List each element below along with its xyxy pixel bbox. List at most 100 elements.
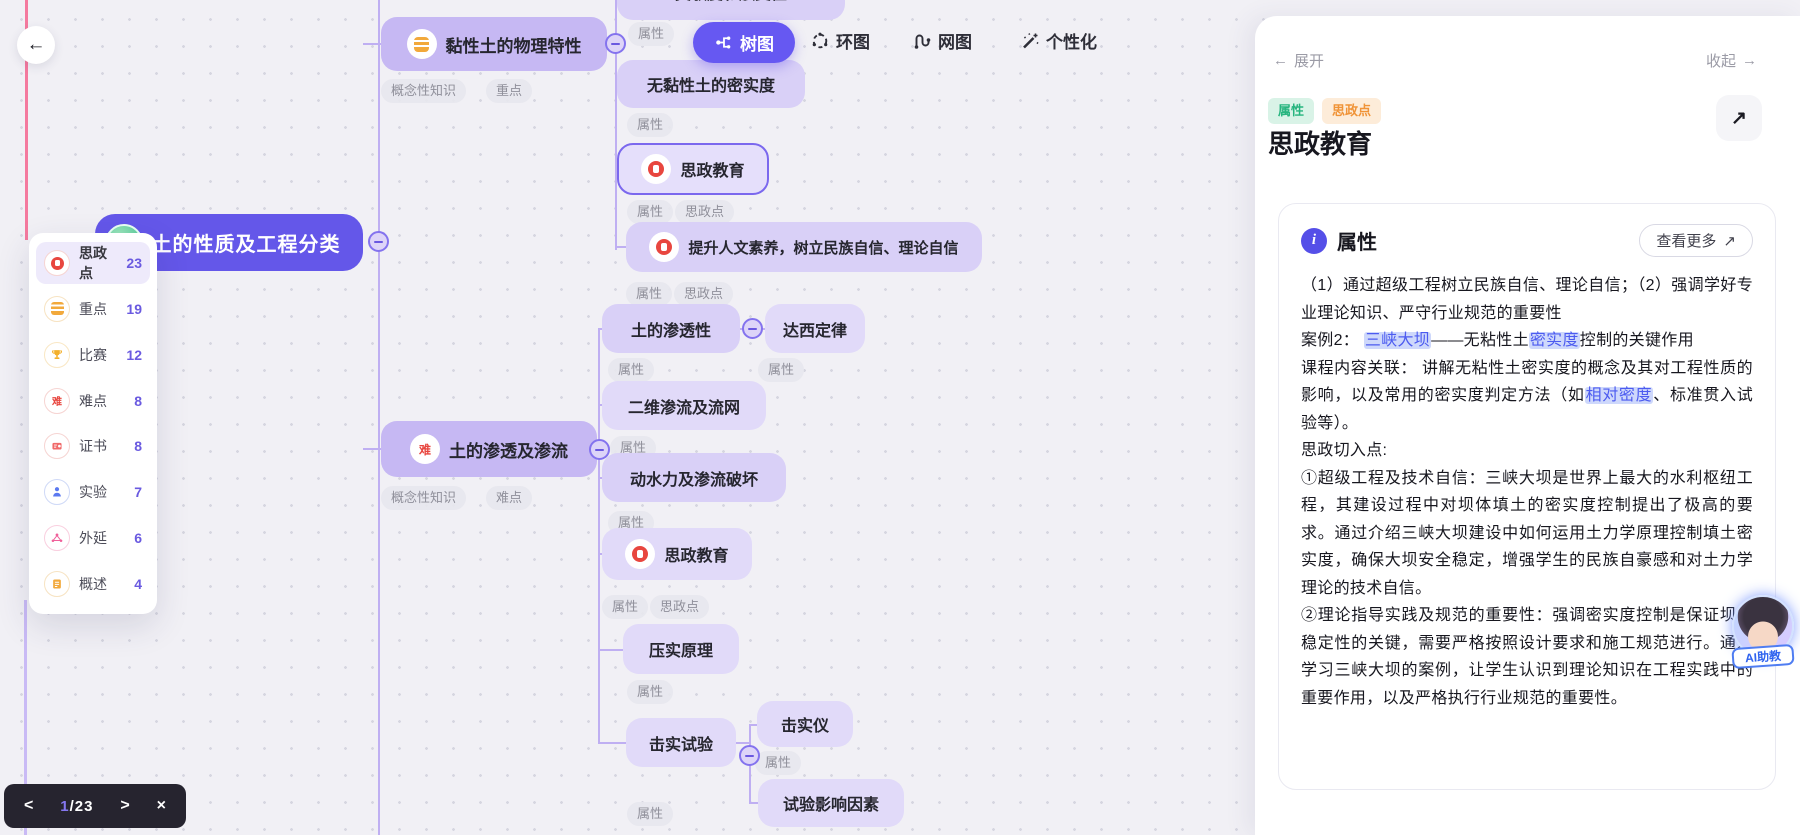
tab-network-view[interactable]: 网图 xyxy=(912,28,972,53)
important-icon xyxy=(44,296,70,322)
node-tag-concept: 概念性知识 xyxy=(381,79,466,103)
filter-item-difficult[interactable]: 难 难点 8 xyxy=(36,380,150,422)
arrow-right-icon: → xyxy=(1742,52,1757,69)
node-tag-concept: 概念性知识 xyxy=(381,486,466,510)
edge-tag-attr: 属性 xyxy=(755,751,801,775)
node-permeability[interactable]: 土的渗透性 xyxy=(602,304,740,353)
filter-item-important[interactable]: 重点 19 xyxy=(36,288,150,330)
tab-personalize[interactable]: 个性化 xyxy=(1020,28,1097,53)
category-filter-panel: 思政点 23 重点 19 比赛 12 难 难点 8 证书 8 xyxy=(29,233,157,614)
info-icon: i xyxy=(1301,228,1327,254)
card-header: 属性 xyxy=(1337,226,1629,255)
count-badge: 23 xyxy=(126,255,142,271)
node-hydrodynamic[interactable]: 动水力及渗流破坏 xyxy=(602,453,786,502)
filter-item-certificate[interactable]: 证书 8 xyxy=(36,425,150,467)
trophy-icon xyxy=(44,342,70,368)
collapse-button-root[interactable] xyxy=(368,231,389,252)
count-badge: 19 xyxy=(126,301,142,317)
node-clay-properties[interactable]: 黏性土的物理特性 xyxy=(381,17,607,71)
arrow-left-icon: ← xyxy=(1273,52,1288,69)
collapse-button-clay[interactable] xyxy=(605,33,626,54)
node-sizheng-education-selected[interactable]: 思政教育 xyxy=(617,143,769,195)
arrow-up-right-icon: ↗ xyxy=(1723,232,1736,250)
filter-item-competition[interactable]: 比赛 12 xyxy=(36,334,150,376)
collapse-button-seepage[interactable] xyxy=(589,439,610,460)
count-badge: 12 xyxy=(126,347,142,363)
connector xyxy=(598,649,625,651)
node-tag-nan: 难点 xyxy=(486,486,532,510)
expand-panel-link[interactable]: ← 展开 xyxy=(1273,50,1324,71)
difficult-icon: 难 xyxy=(410,434,440,464)
branch-line xyxy=(598,328,600,744)
arrow-up-right-icon: ↗ xyxy=(1731,107,1747,130)
node-sizheng-education-2[interactable]: 思政教育 xyxy=(602,528,752,580)
edge-tag-attr: 属性 xyxy=(602,595,648,619)
node-compaction-device[interactable]: 击实仪 xyxy=(757,701,853,747)
edge-tag-attr: 属性 xyxy=(628,22,674,46)
network-view-icon xyxy=(912,31,932,51)
card-body-text: （1）通过超级工程树立民族自信、理论自信；（2）强调学好专业理论知识、严守行业规… xyxy=(1301,272,1753,712)
edge-tag-attr: 属性 xyxy=(627,802,673,826)
magic-wand-icon xyxy=(1020,31,1040,51)
edge-tag-attr: 属性 xyxy=(627,113,673,137)
view-more-button[interactable]: 查看更多 ↗ xyxy=(1639,224,1753,257)
difficult-icon: 难 xyxy=(44,388,70,414)
filter-item-extension[interactable]: 外延 6 xyxy=(36,517,150,559)
attribute-card: i 属性 查看更多 ↗ （1）通过超级工程树立民族自信、理论自信；（2）强调学好… xyxy=(1278,203,1776,790)
node-density[interactable]: 无黏性土的密实度 xyxy=(617,60,805,108)
node-seepage-parent[interactable]: 难 土的渗透及渗流 xyxy=(381,421,597,477)
count-badge: 4 xyxy=(134,576,142,592)
back-arrow-icon: ← xyxy=(27,34,46,56)
experiment-icon xyxy=(44,479,70,505)
edge-tag-sizheng: 思政点 xyxy=(674,282,733,306)
medal-icon xyxy=(649,232,679,262)
medal-icon xyxy=(641,154,671,184)
connector xyxy=(598,742,628,744)
node-seepage-net[interactable]: 二维渗流及流网 xyxy=(602,381,766,430)
filter-item-sizheng[interactable]: 思政点 23 xyxy=(36,242,150,284)
edge-tag-attr: 属性 xyxy=(626,282,672,306)
count-badge: 8 xyxy=(134,393,142,409)
node-compaction-principle[interactable]: 压实原理 xyxy=(623,624,739,674)
next-page-button[interactable]: > xyxy=(120,797,129,815)
tree-view-icon xyxy=(714,33,733,52)
panel-title: 思政教育 xyxy=(1268,124,1372,161)
collapse-panel-link[interactable]: 收起 → xyxy=(1706,50,1757,71)
connector xyxy=(735,742,750,744)
node-tag-zhong: 重点 xyxy=(486,79,532,103)
back-button[interactable]: ← xyxy=(17,26,55,64)
filter-item-overview[interactable]: 概述 4 xyxy=(36,563,150,605)
prev-page-button[interactable]: < xyxy=(24,797,33,815)
panel-tag-attr: 属性 xyxy=(1268,98,1314,124)
node-humanity[interactable]: 提升人文素养，树立民族自信、理论自信 xyxy=(626,222,982,272)
medal-icon xyxy=(44,250,70,276)
close-pager-button[interactable]: × xyxy=(157,797,166,815)
node-sensitivity[interactable]: 灵敏度和触变性 xyxy=(617,0,845,20)
page-indicator: 1/23 xyxy=(60,798,93,815)
ring-view-icon xyxy=(810,31,830,51)
trunk-line xyxy=(378,0,380,835)
tab-tree-view[interactable]: 树图 xyxy=(693,22,795,63)
extension-icon xyxy=(44,525,70,551)
edge-tag-sizheng: 思政点 xyxy=(650,595,709,619)
connector xyxy=(749,724,757,726)
open-fullscreen-button[interactable]: ↗ xyxy=(1716,95,1762,141)
medal-icon xyxy=(625,539,655,569)
edge-tag-attr: 属性 xyxy=(627,200,673,224)
edge-tag-attr: 属性 xyxy=(627,680,673,704)
node-darcy[interactable]: 达西定律 xyxy=(765,304,865,353)
node-test-factors[interactable]: 试验影响因素 xyxy=(758,779,904,827)
collapse-button-test[interactable] xyxy=(739,745,760,766)
overview-icon xyxy=(44,571,70,597)
ai-assistant-label: AI助教 xyxy=(1731,644,1794,669)
count-badge: 8 xyxy=(134,438,142,454)
edge-tag-attr: 属性 xyxy=(758,358,804,382)
edge-tag-sizheng: 思政点 xyxy=(675,200,734,224)
important-icon xyxy=(407,29,437,59)
collapse-button-darcy[interactable] xyxy=(742,318,763,339)
panel-tag-sizheng: 思政点 xyxy=(1322,98,1381,124)
node-compaction-test[interactable]: 击实试验 xyxy=(626,718,736,767)
tab-ring-view[interactable]: 环图 xyxy=(810,28,870,53)
count-badge: 6 xyxy=(134,530,142,546)
filter-item-experiment[interactable]: 实验 7 xyxy=(36,471,150,513)
